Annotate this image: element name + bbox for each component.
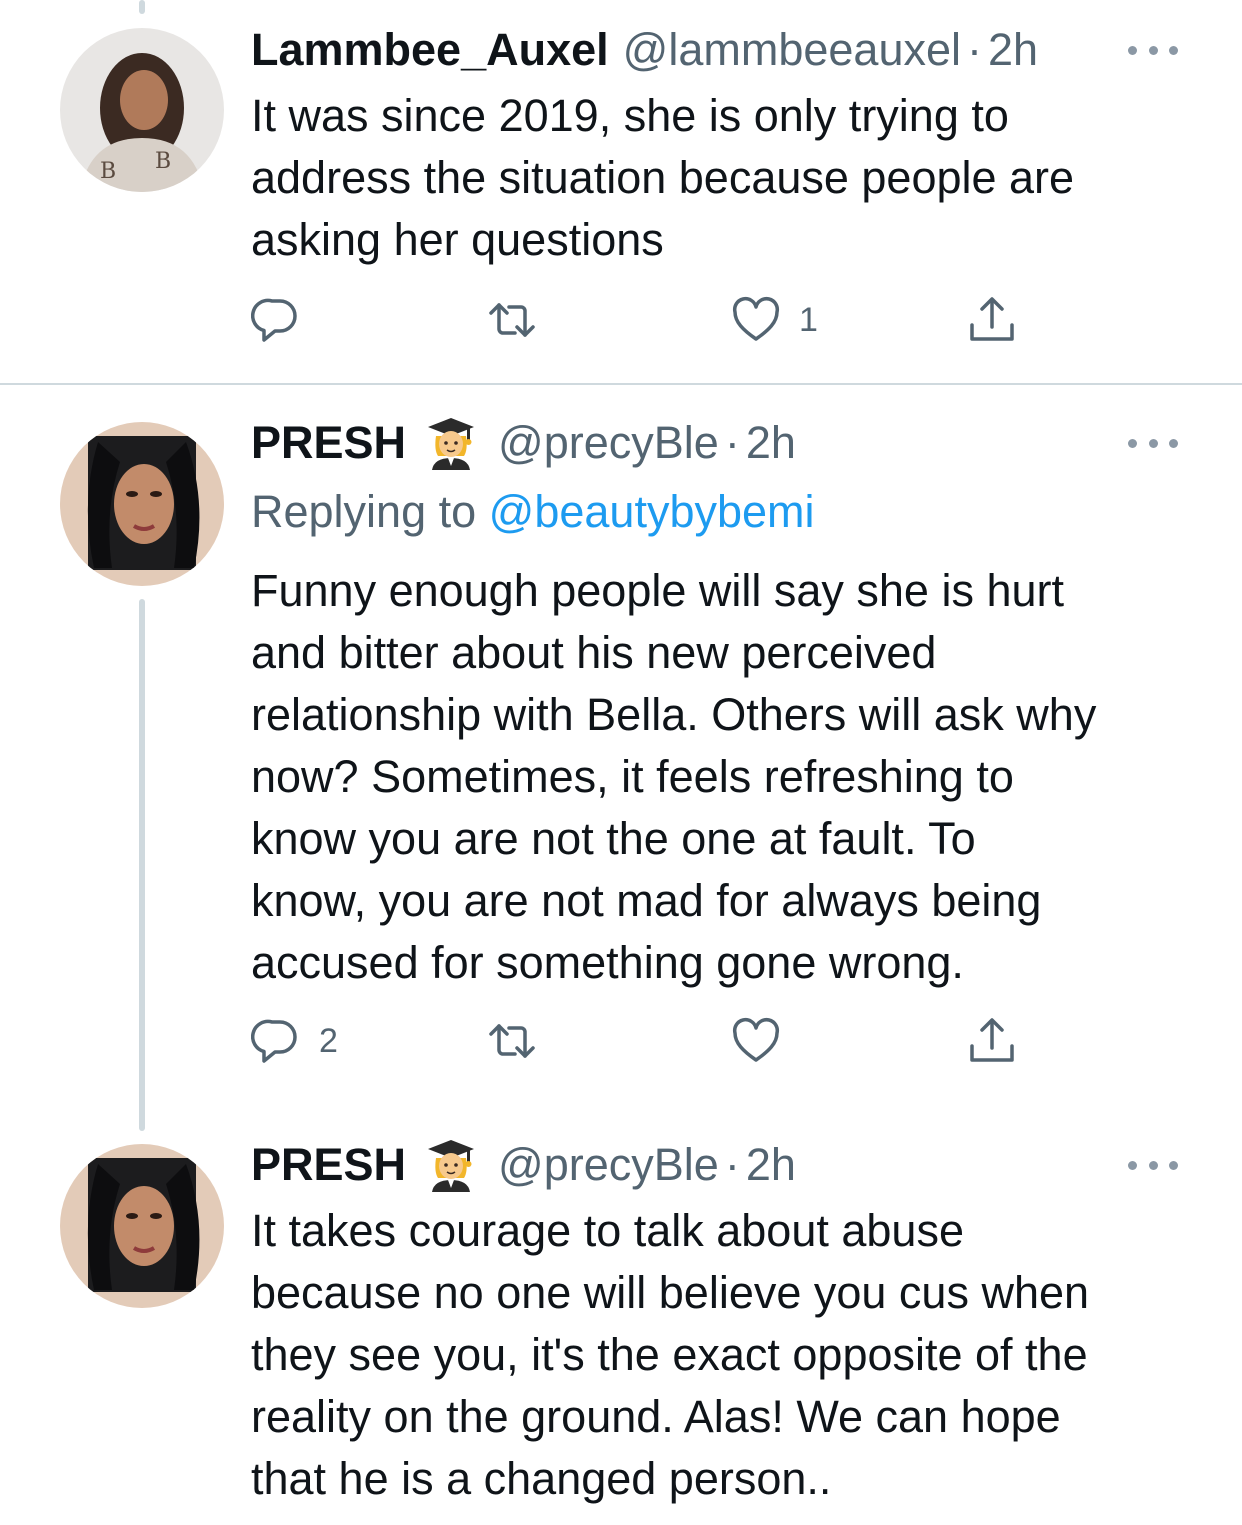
reply-icon — [251, 295, 301, 345]
tweet-text-line: accused for something gone wrong. — [251, 937, 964, 988]
tweet-header: PRESH @precyBle · 2h — [251, 413, 796, 473]
tweet-text-line: and bitter about his new perceived — [251, 627, 937, 678]
like-icon — [731, 1016, 781, 1066]
replying-label: Replying to — [251, 486, 477, 537]
student-emoji-icon — [426, 416, 476, 470]
user-handle[interactable]: @precyBle — [498, 1135, 719, 1195]
like-button[interactable] — [731, 1016, 799, 1066]
tweet-text-line: know, you are not mad for always being — [251, 875, 1042, 926]
avatar[interactable]: B B — [60, 28, 224, 192]
tweet-1[interactable]: B B Lammbee_Auxel @lammbeeauxel · 2h It … — [0, 0, 1242, 385]
tweet-text-line: It takes courage to talk about abuse — [251, 1205, 964, 1256]
action-bar: 2 — [251, 1016, 1051, 1066]
tweet-text-line: asking her questions — [251, 214, 664, 265]
display-name[interactable]: PRESH — [251, 1135, 406, 1195]
more-icon[interactable] — [1128, 40, 1178, 60]
separator-dot: · — [967, 24, 982, 75]
tweet-3[interactable]: PRESH @precyBle · 2h It takes courage to… — [0, 1135, 1242, 1525]
like-icon — [731, 295, 781, 345]
retweet-icon — [487, 1016, 537, 1066]
svg-text:B: B — [155, 149, 171, 174]
separator-dot: · — [724, 1139, 740, 1190]
share-button[interactable] — [967, 1016, 1017, 1066]
reply-button[interactable]: 2 — [251, 1016, 338, 1066]
replying-to: Replying to @beautybybemi — [251, 482, 815, 542]
tweet-text-line: address the situation because people are — [251, 152, 1075, 203]
separator-dot: · — [724, 417, 740, 468]
tweet-text: It was since 2019, she is only trying to… — [251, 85, 1211, 271]
action-bar: 1 — [251, 295, 1051, 345]
like-count: 1 — [799, 300, 818, 339]
timestamp[interactable]: 2h — [988, 20, 1038, 80]
tweet-text-line: know you are not the one at fault. To — [251, 813, 976, 864]
timestamp[interactable]: 2h — [746, 1135, 796, 1195]
more-icon[interactable] — [1128, 1155, 1178, 1175]
tweet-text: Funny enough people will say she is hurt… — [251, 560, 1211, 994]
reply-button[interactable] — [251, 295, 319, 345]
retweet-button[interactable] — [487, 295, 555, 345]
tweet-text-line: that he is a changed person.. — [251, 1453, 832, 1504]
display-name[interactable]: PRESH — [251, 413, 406, 473]
retweet-icon — [487, 295, 537, 345]
tweet-header: Lammbee_Auxel @lammbeeauxel · 2h — [251, 20, 1038, 80]
tweet-text-line: because no one will believe you cus when — [251, 1267, 1090, 1318]
tweet-text-line: they see you, it's the exact opposite of… — [251, 1329, 1088, 1380]
display-name[interactable]: Lammbee_Auxel — [251, 20, 609, 80]
mention-link[interactable]: @beautybybemi — [489, 486, 815, 537]
share-icon — [967, 295, 1017, 345]
retweet-button[interactable] — [487, 1016, 555, 1066]
avatar[interactable] — [60, 422, 224, 586]
tweet-text: It takes courage to talk about abuse bec… — [251, 1200, 1211, 1510]
thread-connector — [139, 599, 145, 1131]
user-handle[interactable]: @precyBle — [498, 413, 719, 473]
tweet-2[interactable]: PRESH @precyBle · 2h Replying to @beauty… — [0, 385, 1242, 1135]
student-emoji-icon — [426, 1138, 476, 1192]
user-handle[interactable]: @lammbeeauxel — [623, 20, 961, 80]
timestamp[interactable]: 2h — [746, 413, 796, 473]
tweet-text-line: Funny enough people will say she is hurt — [251, 565, 1064, 616]
tweet-header: PRESH @precyBle · 2h — [251, 1135, 796, 1195]
svg-text:B: B — [100, 159, 116, 184]
avatar[interactable] — [60, 1144, 224, 1308]
tweet-text-line: relationship with Bella. Others will ask… — [251, 689, 1097, 740]
reply-icon — [251, 1016, 301, 1066]
reply-count: 2 — [319, 1021, 338, 1060]
more-icon[interactable] — [1128, 433, 1178, 453]
tweet-text-line: reality on the ground. Alas! We can hope — [251, 1391, 1061, 1442]
share-icon — [967, 1016, 1017, 1066]
like-button[interactable]: 1 — [731, 295, 818, 345]
tweet-text-line: now? Sometimes, it feels refreshing to — [251, 751, 1014, 802]
share-button[interactable] — [967, 295, 1017, 345]
tweet-text-line: It was since 2019, she is only trying to — [251, 90, 1009, 141]
